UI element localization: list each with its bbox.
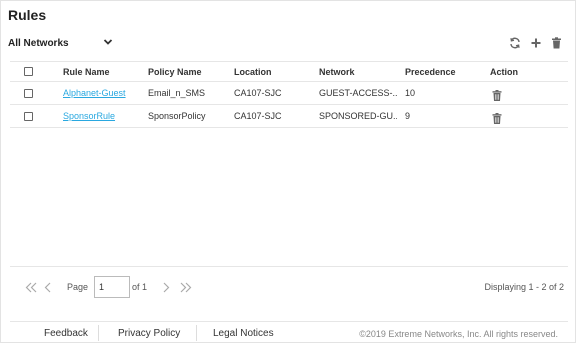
row-checkbox[interactable] [24, 88, 33, 98]
column-header-precedence[interactable]: Precedence [405, 62, 481, 81]
page-label: Page [67, 282, 89, 292]
network-filter-value: All Networks [8, 37, 69, 49]
footer-divider [196, 325, 197, 341]
last-page-icon[interactable] [178, 281, 192, 294]
add-icon[interactable] [529, 36, 542, 49]
policy-name-cell: Email_n_SMS [148, 88, 206, 98]
table-row[interactable]: Alphanet-Guest Email_n_SMS CA107-SJC GUE… [10, 82, 568, 105]
column-header-location[interactable]: Location [234, 62, 316, 81]
page-title: Rules [8, 7, 47, 23]
feedback-link[interactable]: Feedback [44, 328, 88, 339]
next-page-icon[interactable] [161, 281, 171, 294]
precedence-cell: 9 [405, 111, 411, 121]
precedence-cell: 10 [405, 88, 416, 98]
page-count-label: of 1 [132, 282, 148, 292]
delete-icon[interactable] [550, 36, 563, 49]
rule-name-link[interactable]: SponsorRule [63, 111, 115, 121]
rules-table: Rule Name Policy Name Location Network P… [10, 61, 568, 128]
column-header-rule-name[interactable]: Rule Name [63, 62, 143, 81]
footer-divider [98, 325, 99, 341]
toolbar [508, 36, 563, 49]
column-header-policy-name[interactable]: Policy Name [148, 62, 230, 81]
column-header-network[interactable]: Network [319, 62, 397, 81]
table-header: Rule Name Policy Name Location Network P… [10, 61, 568, 82]
location-cell: CA107-SJC [234, 111, 282, 121]
rules-panel: Rules All Networks Rule Name Policy Name… [0, 0, 576, 343]
display-count: Displaying 1 - 2 of 2 [484, 282, 564, 292]
trash-icon[interactable] [492, 112, 502, 124]
footer: Feedback Privacy Policy Legal Notices ©2… [10, 321, 568, 343]
refresh-icon[interactable] [508, 36, 521, 49]
chevron-down-icon [103, 37, 113, 49]
copyright-text: ©2019 Extreme Networks, Inc. All rights … [359, 329, 558, 339]
privacy-policy-link[interactable]: Privacy Policy [118, 328, 180, 339]
legal-notices-link[interactable]: Legal Notices [213, 328, 274, 339]
network-cell: GUEST-ACCESS-... [319, 88, 397, 98]
column-header-action: Action [490, 66, 518, 77]
select-all-checkbox[interactable] [24, 67, 33, 76]
network-filter-dropdown[interactable]: All Networks [8, 36, 114, 50]
location-cell: CA107-SJC [234, 88, 282, 98]
network-cell: SPONSORED-GU... [319, 111, 397, 121]
page-number-input[interactable] [94, 276, 130, 298]
table-row[interactable]: SponsorRule SponsorPolicy CA107-SJC SPON… [10, 105, 568, 128]
trash-icon[interactable] [492, 89, 502, 101]
previous-page-icon[interactable] [43, 281, 53, 294]
pagination-bar: Page of 1 Displaying 1 - 2 of 2 [10, 266, 568, 306]
row-checkbox[interactable] [24, 111, 33, 121]
rule-name-link[interactable]: Alphanet-Guest [63, 88, 126, 98]
policy-name-cell: SponsorPolicy [148, 111, 206, 121]
first-page-icon[interactable] [24, 281, 38, 294]
